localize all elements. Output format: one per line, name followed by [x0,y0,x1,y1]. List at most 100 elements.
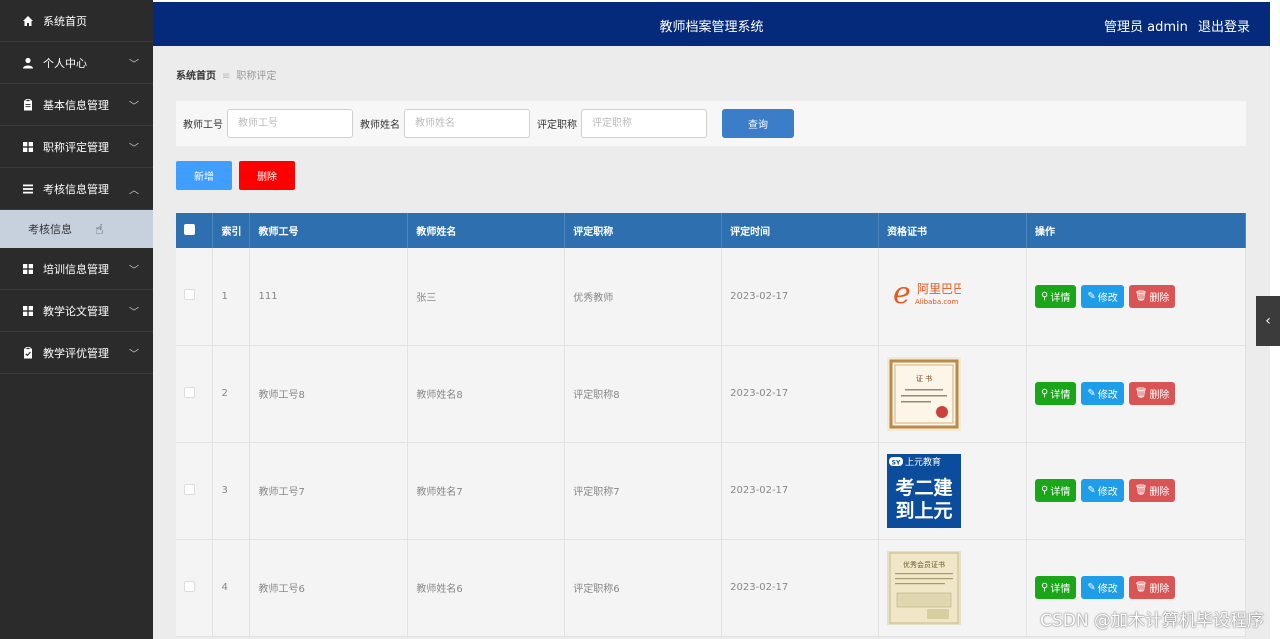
sidebar-subitem-label: 考核信息 [28,223,72,236]
row-checkbox[interactable] [184,386,195,398]
sidebar: 系统首页 个人中心 ﹀ 基本信息管理 ﹀ 职称评定管理 ﹀ 考核信息管理 ︿ 考… [0,0,153,639]
sidebar-item-training[interactable]: 培训信息管理 ﹀ [0,248,153,290]
delete-button[interactable]: 🗑 删除 [1128,479,1176,502]
sidebar-subitem-assessment-info[interactable]: 考核信息 ☝ [0,210,153,248]
logout-link[interactable]: 退出登录 [1198,20,1250,35]
chevron-down-icon: ﹀ [129,307,139,318]
column-header: 教师姓名 [407,213,566,248]
sidebar-item-teaching-award[interactable]: 教学评优管理 ﹀ [0,332,153,374]
row-checkbox-cell [176,248,214,346]
pencil-icon: ✎ [1087,290,1096,302]
chevron-down-icon: ﹀ [129,101,139,112]
edit-button[interactable]: ✎ 修改 [1081,382,1124,405]
index-cell: 1 [212,248,251,346]
svg-text:e: e [893,276,911,311]
teacher-id-cell: 111 [249,248,409,346]
delete-button[interactable]: 🗑 删除 [1128,382,1176,405]
certificate-image-member: 优秀会员证书 [887,550,962,625]
column-header: 资格证书 [878,213,1028,248]
teacher-id-input[interactable] [227,109,353,138]
teacher-name-cell: 教师姓名8 [407,345,566,443]
table-row: 3 教师工号7 教师姓名7 评定职称7 2023-02-17 SY 上元教育 考… [176,442,1246,540]
certificate-image-honor: 证 书 [887,356,962,431]
chevron-down-icon: ﹀ [129,349,139,360]
detail-button[interactable]: ⚲ 详情 [1035,576,1077,599]
index-cell: 4 [212,539,251,637]
sidebar-item-basic-info[interactable]: 基本信息管理 ﹀ [0,84,153,126]
column-header: 教师工号 [249,213,409,248]
certificate-cell: 优秀会员证书 [878,539,1028,637]
user-icon [22,57,34,69]
detail-label: 详情 [1050,487,1071,498]
certificate-cell: SY 上元教育 考二建 到上元 [878,442,1028,540]
row-checkbox[interactable] [184,580,195,592]
edit-button[interactable]: ✎ 修改 [1081,284,1124,308]
teacher-name-input[interactable] [404,109,530,138]
batch-delete-button[interactable]: 删除 [239,161,295,190]
date-cell: 2023-02-17 [721,442,880,540]
add-button[interactable]: 新增 [176,161,232,190]
edit-button[interactable]: ✎ 修改 [1081,576,1124,599]
search-icon: ⚲ [1041,290,1049,302]
title-input[interactable] [581,109,707,138]
certificate-image-shangyuan: SY 上元教育 考二建 到上元 [887,453,962,528]
delete-label: 删除 [1149,487,1170,498]
row-checkbox-cell [176,345,214,443]
sidebar-item-papers[interactable]: 教学论文管理 ﹀ [0,290,153,332]
sidebar-item-label: 系统首页 [43,14,87,28]
cert-text: 证 书 [916,374,932,383]
home-icon [22,15,34,27]
teacher-name-cell: 教师姓名7 [407,442,566,540]
teacher-id-cell: 教师工号8 [249,345,409,443]
search-icon: ⚲ [1041,485,1049,496]
trash-icon: 🗑 [1134,582,1148,593]
trash-icon: 🗑 [1134,485,1148,496]
query-button[interactable]: 查询 [722,109,794,138]
detail-button[interactable]: ⚲ 详情 [1035,382,1077,405]
column-header: 评定时间 [721,213,880,248]
sidebar-item-label: 考核信息管理 [43,182,109,196]
row-checkbox-cell [176,442,214,540]
row-checkbox[interactable] [184,289,195,301]
teacher-id-cell: 教师工号6 [249,539,409,637]
watermark: CSDN @加木计算机毕设程序 [1040,611,1264,631]
date-cell: 2023-02-17 [721,345,880,443]
pencil-icon: ✎ [1087,388,1096,399]
chevron-up-icon: ︿ [129,185,139,196]
delete-button[interactable]: 🗑 删除 [1128,284,1176,308]
trash-icon: 🗑 [1134,290,1148,302]
collapse-panel-button[interactable]: ‹ [1256,296,1280,346]
table-header-row: 索引 教师工号 教师姓名 评定职称 评定时间 资格证书 操作 [176,213,1246,248]
top-header: 教师档案管理系统 管理员 admin 退出登录 [153,0,1270,46]
date-cell: 2023-02-17 [721,248,880,346]
edit-label: 修改 [1097,292,1118,304]
delete-label: 删除 [1149,584,1170,595]
delete-button[interactable]: 🗑 删除 [1128,576,1176,599]
sidebar-item-label: 职称评定管理 [43,140,109,154]
detail-button[interactable]: ⚲ 详情 [1035,479,1077,502]
select-all-checkbox[interactable] [184,223,195,235]
breadcrumb-home[interactable]: 系统首页 [176,71,216,82]
sidebar-item-title-eval[interactable]: 职称评定管理 ﹀ [0,126,153,168]
detail-button[interactable]: ⚲ 详情 [1035,284,1077,308]
sidebar-item-home[interactable]: 系统首页 [0,0,153,42]
row-checkbox-cell [176,539,214,637]
row-checkbox[interactable] [184,483,195,495]
delete-label: 删除 [1149,292,1170,304]
list-icon [22,183,34,195]
column-header: 索引 [212,213,251,248]
operations-cell: ⚲ 详情 ✎ 修改 🗑 删除 [1026,442,1246,540]
index-cell: 3 [212,442,251,540]
operations-cell: ⚲ 详情 ✎ 修改 🗑 删除 [1026,248,1246,346]
teacher-id-cell: 教师工号7 [249,442,409,540]
teacher-name-label: 教师姓名 [360,120,400,131]
detail-label: 详情 [1050,292,1071,304]
breadcrumb: 系统首页 ≡ 职称评定 [176,67,276,82]
sidebar-item-assessment[interactable]: 考核信息管理 ︿ [0,168,153,210]
title-cell: 评定职称7 [564,442,723,540]
sidebar-item-personal[interactable]: 个人中心 ﹀ [0,42,153,84]
edit-button[interactable]: ✎ 修改 [1081,479,1124,502]
trash-icon: 🗑 [1134,388,1148,399]
sidebar-item-label: 教学评优管理 [43,346,109,360]
delete-label: 删除 [1149,390,1170,401]
